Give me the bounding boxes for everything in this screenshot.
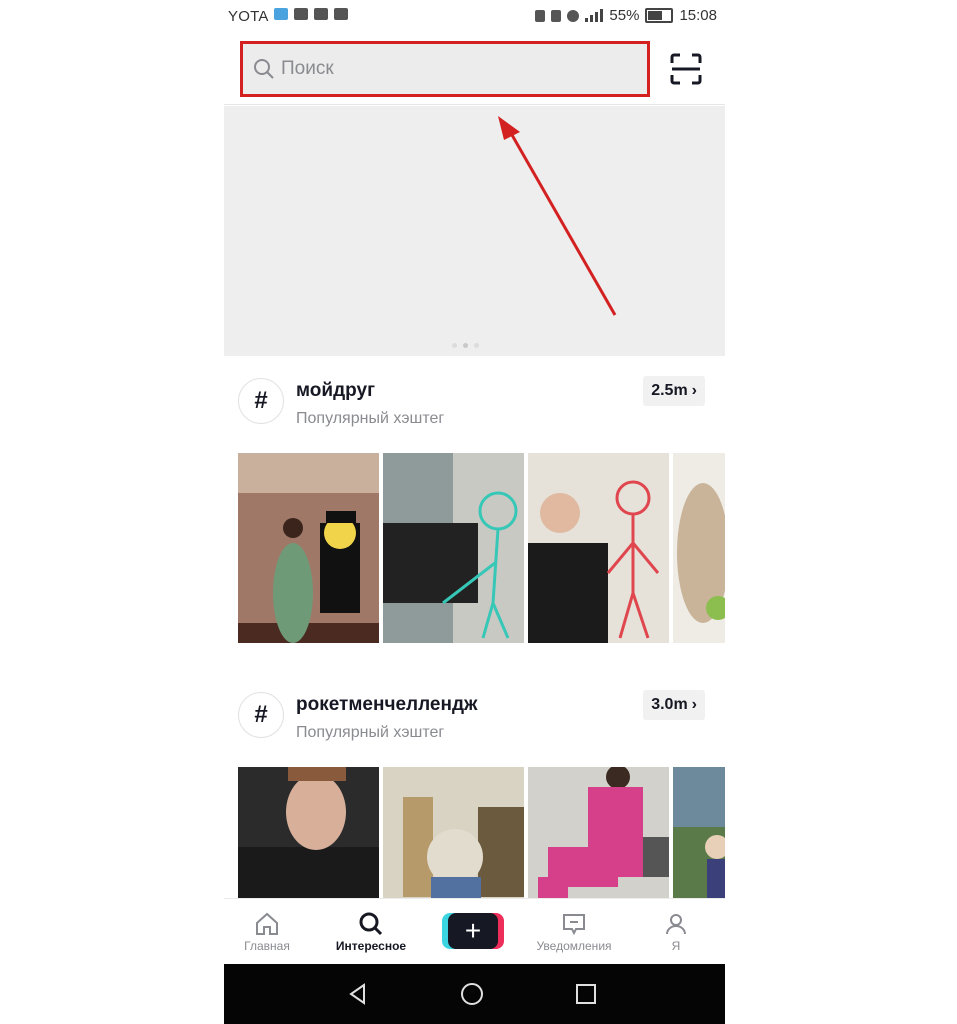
signal-icon xyxy=(585,9,604,22)
hashtag-name[interactable]: рокетменчеллендж xyxy=(296,694,478,716)
search-header xyxy=(224,36,725,105)
vibrate-icon xyxy=(551,9,562,22)
tab-inbox[interactable]: Уведомления xyxy=(528,899,620,965)
carousel-dot xyxy=(474,343,479,348)
status-notification-icons xyxy=(274,8,348,20)
annotation-arrow-icon xyxy=(498,116,617,316)
scan-icon[interactable] xyxy=(669,52,703,86)
tab-home-label: Главная xyxy=(244,938,290,953)
back-icon[interactable] xyxy=(346,982,370,1006)
home-icon xyxy=(256,912,278,935)
inbox-icon xyxy=(563,913,585,935)
hashtag-subtitle: Популярный хэштег xyxy=(296,724,445,741)
battery-percent: 55% xyxy=(609,7,640,24)
tab-discover-label: Интересное xyxy=(335,938,407,953)
hashtag-count: 3.0m xyxy=(651,696,688,713)
chevron-right-icon: › xyxy=(691,382,697,399)
image-notification-icon xyxy=(334,8,348,20)
alarm-icon xyxy=(567,9,580,22)
search-icon xyxy=(254,59,274,79)
video-thumbnail[interactable] xyxy=(528,453,669,643)
hashtag-section: # рокетменчеллендж Популярный хэштег 3.0… xyxy=(224,670,725,957)
hashtag-subtitle: Популярный хэштег xyxy=(296,410,445,427)
hashtag-count-button[interactable]: 3.0m › xyxy=(643,690,705,720)
video-thumbnails xyxy=(238,453,725,643)
tab-home[interactable]: Главная xyxy=(236,899,298,965)
tab-me[interactable]: Я xyxy=(652,899,700,965)
clock: 15:08 xyxy=(679,7,717,24)
hashtag-count: 2.5m xyxy=(651,382,688,399)
tab-me-label: Я xyxy=(671,938,681,953)
home-circle-icon[interactable] xyxy=(460,982,484,1006)
recents-icon[interactable] xyxy=(574,982,598,1006)
video-thumbnail[interactable] xyxy=(238,453,379,643)
tab-inbox-label: Уведомления xyxy=(536,938,612,953)
hashtag-icon: # xyxy=(238,692,284,738)
banner-carousel[interactable] xyxy=(224,106,725,356)
status-bar: YOTA 55% 15:08 xyxy=(224,0,725,32)
phone-screen: YOTA 55% 15:08 Поиск # мойдруг Популярны… xyxy=(224,0,725,1024)
bottom-tab-bar: Главная Интересное + Уведомления Я xyxy=(224,898,725,965)
search-icon xyxy=(359,912,383,935)
nfc-icon xyxy=(535,9,546,22)
video-notification-icon xyxy=(294,8,308,20)
battery-icon xyxy=(645,8,674,23)
hashtag-icon: # xyxy=(238,378,284,424)
search-input[interactable] xyxy=(279,57,623,81)
system-nav-bar xyxy=(224,964,725,1024)
video-thumbnail[interactable] xyxy=(383,453,524,643)
video-thumbnail[interactable] xyxy=(673,453,725,643)
media-notification-icon xyxy=(314,8,328,20)
hashtag-section: # мойдруг Популярный хэштег 2.5m › xyxy=(224,356,725,656)
tab-discover[interactable]: Интересное xyxy=(328,899,414,965)
status-right: 55% 15:08 xyxy=(535,7,717,24)
hashtag-count-button[interactable]: 2.5m › xyxy=(643,376,705,406)
plus-icon: + xyxy=(448,913,498,949)
hashtag-name[interactable]: мойдруг xyxy=(296,380,375,402)
search-bar[interactable] xyxy=(240,41,650,97)
chevron-right-icon: › xyxy=(691,696,697,713)
carousel-dot-active xyxy=(463,343,468,348)
profile-icon xyxy=(666,913,686,934)
app-notification-icon xyxy=(274,8,288,20)
create-button[interactable]: + xyxy=(442,913,504,949)
carousel-dot xyxy=(452,343,457,348)
carrier-label: YOTA xyxy=(228,8,269,25)
carousel-indicator xyxy=(452,343,479,348)
